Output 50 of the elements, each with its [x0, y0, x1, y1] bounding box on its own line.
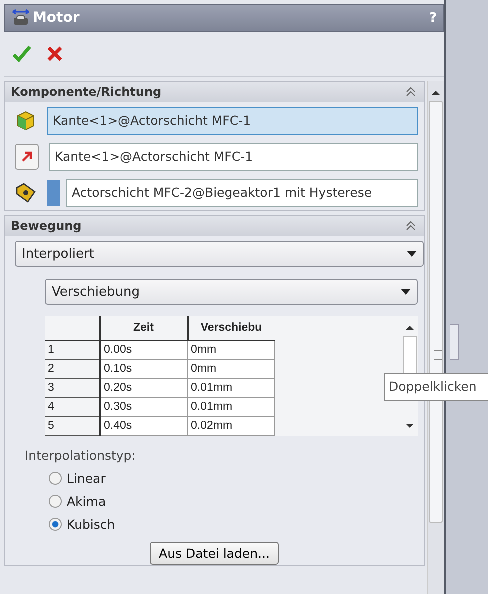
option-label: Linear: [67, 471, 106, 486]
ok-icon[interactable]: [12, 45, 32, 63]
table-cell[interactable]: 0.00s: [100, 340, 188, 360]
option-label: Kubisch: [67, 517, 116, 532]
section-header[interactable]: Bewegung: [5, 216, 424, 236]
section-title: Bewegung: [11, 219, 82, 233]
table-cell[interactable]: 0.40s: [100, 416, 188, 436]
load-file-button[interactable]: Aus Datei laden...: [150, 542, 279, 565]
table-cell[interactable]: 0.30s: [100, 398, 188, 416]
table-cell[interactable]: 0.10s: [100, 360, 188, 378]
table-cell[interactable]: 0mm: [188, 340, 274, 360]
collapse-icon[interactable]: [406, 221, 416, 231]
table-cell[interactable]: 0mm: [188, 360, 274, 378]
selection-field[interactable]: Kante<1>@Actorschicht MFC-1: [47, 107, 418, 135]
motor-icon: [11, 9, 31, 27]
motion-type-dropdown[interactable]: Interpoliert: [15, 241, 424, 267]
window-title: Motor: [33, 10, 81, 26]
option-label: Akima: [67, 494, 106, 509]
selection-field[interactable]: Kante<1>@Actorschicht MFC-1: [49, 143, 418, 171]
panel-handle[interactable]: [450, 324, 459, 360]
tooltip: Doppelklicken: [384, 373, 488, 401]
table-cell[interactable]: 0.01mm: [188, 378, 274, 398]
radio-button[interactable]: [49, 495, 62, 508]
arrow-icon: [20, 150, 34, 164]
section-title: Komponente/Richtung: [11, 85, 162, 99]
selection-field[interactable]: Actorschicht MFC-2@Biegeaktor1 mit Hysterese: [66, 179, 418, 207]
column-header: Verschiebu: [188, 316, 274, 340]
column-header: Zeit: [100, 316, 188, 340]
radio-option[interactable]: Kubisch: [49, 517, 424, 532]
part-icon: [15, 182, 37, 204]
row-number: 4: [45, 398, 100, 416]
collapse-icon[interactable]: [406, 87, 416, 97]
row-number: 5: [45, 416, 100, 436]
table-cell[interactable]: 0.20s: [100, 378, 188, 398]
grip-icon[interactable]: [434, 350, 442, 360]
quantity-dropdown[interactable]: Verschiebung: [45, 279, 418, 305]
row-number: 3: [45, 378, 100, 398]
row-number: 1: [45, 340, 100, 360]
radio-option[interactable]: Akima: [49, 494, 424, 509]
interpolation-label: Interpolationstyp:: [25, 448, 137, 463]
radio-button[interactable]: [49, 472, 62, 485]
direction-button[interactable]: [15, 144, 39, 170]
close-icon[interactable]: [46, 45, 64, 63]
cube-icon: [15, 110, 37, 132]
radio-option[interactable]: Linear: [49, 471, 424, 486]
table-cell[interactable]: 0.01mm: [188, 398, 274, 416]
row-number: 2: [45, 360, 100, 378]
radio-button[interactable]: [49, 518, 62, 531]
table-cell[interactable]: 0.02mm: [188, 416, 274, 436]
section-header[interactable]: Komponente/Richtung: [5, 82, 424, 102]
